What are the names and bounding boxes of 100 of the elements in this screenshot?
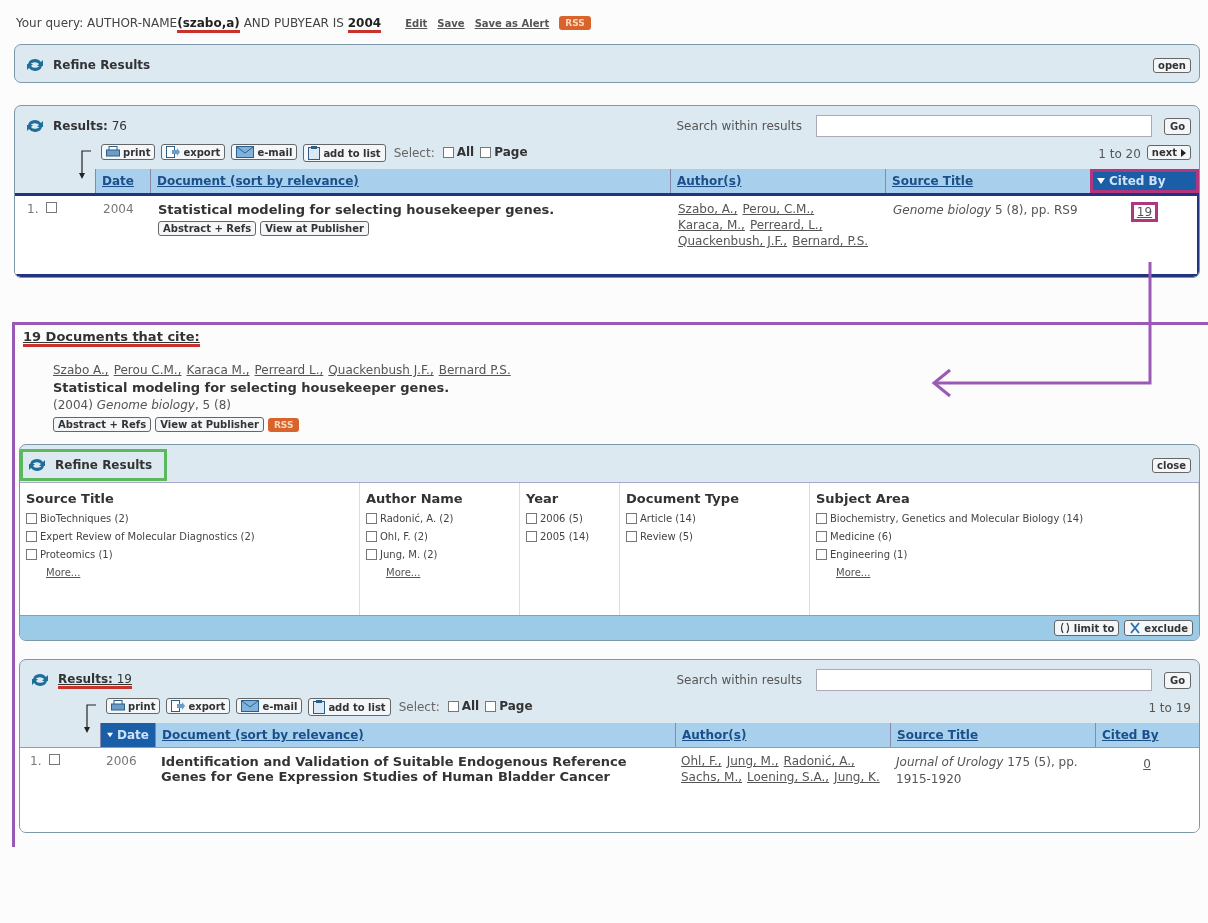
x-icon: [1129, 622, 1142, 634]
refresh-icon: [27, 456, 47, 473]
export-icon: [171, 700, 186, 712]
corner-arrow-icon: [82, 701, 98, 735]
author-link[interactable]: Perou, C.M.,: [742, 202, 815, 216]
column-header[interactable]: Author(s): [670, 169, 885, 193]
tool-button[interactable]: add to list: [308, 698, 391, 716]
tool-button[interactable]: print: [101, 144, 156, 160]
author-link[interactable]: Loening, S.A.,: [747, 770, 830, 784]
filter-button[interactable]: exclude: [1124, 620, 1193, 636]
cited-count[interactable]: 0: [1137, 754, 1157, 774]
query-link[interactable]: Save: [437, 17, 465, 29]
facet-option: Jung, M. (2): [380, 549, 438, 560]
tool-button[interactable]: e-mail: [231, 144, 298, 160]
author-link[interactable]: Ohl, F.,: [681, 754, 722, 768]
column-header[interactable]: Source Title: [890, 723, 1095, 747]
facet-title: Document Type: [626, 491, 740, 506]
checkbox[interactable]: [49, 754, 61, 765]
checkbox[interactable]: [442, 146, 454, 158]
document-title[interactable]: Statistical modeling for selecting housekeeper genes.: [158, 202, 666, 217]
query-link[interactable]: Edit: [405, 17, 428, 29]
search-field[interactable]: [815, 115, 1152, 137]
checkbox[interactable]: [626, 531, 637, 542]
more-link[interactable]: More...: [26, 567, 355, 578]
page-range: 1 to 20: [1098, 147, 1141, 161]
facet-option: 2005 (14): [540, 531, 590, 542]
go-button[interactable]: Go: [1163, 671, 1191, 689]
table-cell-text: Genome biology 5 (8), pp. RS9: [892, 202, 1079, 219]
checkbox[interactable]: [46, 202, 58, 213]
panel-title: Refine Results: [53, 58, 151, 72]
facet-option: Proteomics (1): [40, 549, 113, 560]
author-link[interactable]: Quackenbush J.F.,: [328, 363, 434, 377]
document-button[interactable]: View at Publisher: [260, 221, 369, 236]
author-link[interactable]: Szabo, A.,: [678, 202, 738, 216]
author-link[interactable]: Perreard L.,: [254, 363, 324, 377]
go-button[interactable]: Go: [1163, 117, 1191, 135]
filter-button[interactable]: limit to: [1053, 620, 1120, 636]
author-link[interactable]: Perou C.M.,: [113, 363, 182, 377]
column-header[interactable]: Document (sort by relevance): [155, 723, 675, 747]
author-link[interactable]: Karaca M.,: [186, 363, 250, 377]
author-link[interactable]: Bernard P.S.: [438, 363, 511, 377]
author-link[interactable]: Jung, K.: [834, 770, 880, 784]
author-link[interactable]: Szabo A.,: [53, 363, 109, 377]
checkbox[interactable]: [366, 549, 377, 560]
table-cell-text: 2004: [102, 202, 135, 218]
toggle-button[interactable]: open: [1153, 57, 1191, 73]
column-header[interactable]: Author(s): [675, 723, 890, 747]
checkbox[interactable]: [816, 513, 827, 524]
more-link[interactable]: More...: [816, 567, 1194, 578]
tool-button[interactable]: export: [161, 144, 226, 160]
tool-button[interactable]: e-mail: [236, 698, 303, 714]
checkbox[interactable]: [816, 531, 827, 542]
author-link[interactable]: Perreard, L.,: [749, 218, 823, 232]
column-header[interactable]: Date: [95, 169, 150, 193]
tool-button[interactable]: export: [166, 698, 231, 714]
document-button[interactable]: Abstract + Refs: [53, 417, 152, 432]
column-header[interactable]: Source Title: [885, 169, 1090, 193]
checkbox[interactable]: [366, 513, 377, 524]
checkbox[interactable]: [366, 531, 377, 542]
author-link[interactable]: Sachs, M.,: [681, 770, 743, 784]
checkbox[interactable]: [480, 146, 492, 158]
checkbox[interactable]: [626, 513, 637, 524]
document-title[interactable]: Identification and Validation of Suitable Endogenous Reference Genes for Gene Expression Studies of Human Bladder Cancer: [161, 754, 669, 784]
checkbox-label: All: [461, 699, 480, 713]
facet-option: 2006 (5): [540, 513, 583, 524]
facet-option: Radonić, A. (2): [380, 513, 454, 524]
search-label: Search within results: [676, 119, 802, 133]
parentheses-icon: [1058, 622, 1071, 634]
author-link[interactable]: Quackenbush, J.F.,: [678, 234, 788, 248]
author-link[interactable]: Karaca, M.,: [678, 218, 745, 232]
column-header[interactable]: Date: [100, 723, 155, 747]
column-header[interactable]: Cited By: [1090, 169, 1199, 193]
checkbox[interactable]: [26, 549, 37, 560]
checkbox[interactable]: [816, 549, 827, 560]
printer-icon: [111, 700, 125, 712]
next-button[interactable]: next: [1146, 145, 1191, 160]
facet-option: Ohl, F. (2): [380, 531, 428, 542]
facet-option: Engineering (1): [830, 549, 908, 560]
more-link[interactable]: More...: [366, 567, 515, 578]
checkbox[interactable]: [26, 531, 37, 542]
column-header[interactable]: Document (sort by relevance): [150, 169, 670, 193]
query-link[interactable]: Save as Alert: [474, 17, 550, 29]
checkbox-label: All: [456, 145, 475, 159]
cited-count[interactable]: 19: [1130, 202, 1159, 222]
checkbox[interactable]: [526, 531, 537, 542]
author-link[interactable]: Jung, M.,: [726, 754, 779, 768]
row-number: 1.: [27, 202, 39, 216]
search-field[interactable]: [815, 669, 1152, 691]
tool-button[interactable]: add to list: [303, 144, 386, 162]
checkbox[interactable]: [526, 513, 537, 524]
document-button[interactable]: View at Publisher: [155, 417, 264, 432]
checkbox[interactable]: [26, 513, 37, 524]
author-link[interactable]: Radonić, A.,: [783, 754, 855, 768]
checkbox[interactable]: [447, 700, 459, 712]
checkbox[interactable]: [485, 700, 497, 712]
author-link[interactable]: Bernard, P.S.: [792, 234, 869, 248]
toggle-button[interactable]: close: [1152, 457, 1191, 473]
tool-button[interactable]: print: [106, 698, 161, 714]
column-header[interactable]: Cited By: [1095, 723, 1199, 747]
document-button[interactable]: Abstract + Refs: [158, 221, 257, 236]
